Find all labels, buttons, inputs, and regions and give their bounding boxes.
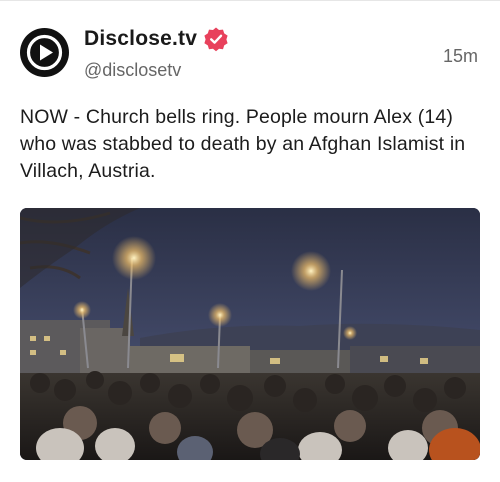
post-card[interactable]: Disclose.tv @disclosetv 15m NOW - Church… [0,0,500,482]
verified-badge-icon [204,27,228,52]
avatar[interactable] [20,28,69,77]
video-thumbnail[interactable] [20,208,480,460]
author-display-name[interactable]: Disclose.tv [84,27,197,51]
crowd-night-scene-image [20,208,480,460]
post-timestamp[interactable]: 15m [443,46,478,67]
play-logo-icon [26,34,63,71]
post-text: NOW - Church bells ring. People mourn Al… [20,106,466,182]
author-handle[interactable]: @disclosetv [84,60,181,81]
author-name-row: Disclose.tv [84,26,229,52]
